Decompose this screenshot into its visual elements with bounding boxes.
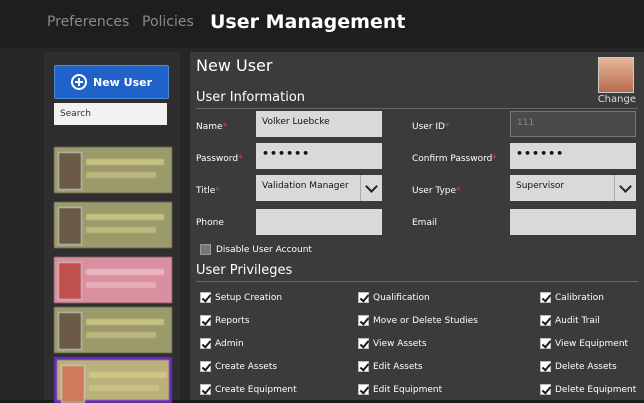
email-label: Email [412, 218, 437, 228]
avatar [58, 207, 82, 245]
privilege-label: Qualification [373, 293, 430, 303]
password-label: Password* [196, 154, 243, 164]
privilege-checkbox[interactable] [200, 338, 211, 349]
privilege-label: Move or Delete Studies [373, 316, 478, 326]
user-list-item[interactable] [54, 147, 172, 193]
title-label: Title* [196, 186, 220, 196]
user-list-item[interactable] [54, 202, 172, 248]
privilege-checkbox[interactable] [358, 384, 369, 395]
user-id-label: User ID* [412, 122, 450, 132]
privilege-checkbox[interactable] [200, 361, 211, 372]
privilege-checkbox[interactable] [540, 361, 551, 372]
privilege-label: Create Assets [215, 362, 278, 372]
phone-field[interactable] [256, 209, 382, 235]
page-title: New User [196, 56, 273, 75]
privilege-checkbox[interactable] [540, 338, 551, 349]
divider [196, 108, 638, 109]
title-select[interactable]: Validation Manager [256, 175, 360, 201]
user-list-item[interactable] [54, 257, 172, 303]
divider [196, 281, 638, 282]
new-user-button[interactable]: New User [54, 65, 169, 99]
new-user-label: New User [92, 75, 153, 89]
privilege-label: Create Equipment [215, 385, 297, 395]
confirm-password-label: Confirm Password* [412, 154, 497, 164]
plus-circle-icon [70, 74, 87, 90]
privilege-checkbox[interactable] [200, 292, 211, 303]
chevron-down-icon [365, 179, 378, 193]
user-type-label: User Type* [412, 186, 461, 196]
phone-label: Phone [196, 218, 224, 228]
privilege-label: Admin [215, 339, 244, 349]
privilege-label: Delete Equipment [555, 385, 637, 395]
privilege-checkbox[interactable] [358, 292, 369, 303]
privilege-label: Edit Equipment [373, 385, 443, 395]
user-list-item-selected[interactable] [54, 357, 172, 403]
privilege-checkbox[interactable] [358, 315, 369, 326]
top-nav: Preferences Policies User Management [0, 0, 644, 48]
privilege-checkbox[interactable] [200, 315, 211, 326]
privilege-checkbox[interactable] [200, 384, 211, 395]
tab-user-management[interactable]: User Management [210, 11, 405, 33]
privilege-label: Delete Assets [555, 362, 617, 372]
user-information-heading: User Information [196, 90, 306, 105]
app-window: Preferences Policies User Management New… [0, 0, 644, 403]
privilege-checkbox[interactable] [540, 384, 551, 395]
privilege-label: View Assets [373, 339, 427, 349]
name-label: Name* [196, 122, 228, 132]
user-id-field[interactable]: 111 [510, 111, 636, 137]
title-dropdown-button[interactable] [360, 175, 382, 201]
user-type-select[interactable]: Supervisor [510, 175, 614, 201]
user-list-item[interactable] [54, 307, 172, 353]
name-field[interactable]: Volker Luebcke [256, 111, 382, 137]
avatar [61, 365, 85, 403]
privilege-checkbox[interactable] [540, 292, 551, 303]
user-form: New User Change User Information Name* V… [190, 52, 644, 400]
change-photo-link[interactable]: Change [598, 94, 636, 105]
avatar [58, 312, 82, 350]
user-list-panel: New User Search [44, 52, 180, 403]
privilege-label: Reports [215, 316, 250, 326]
privilege-label: Edit Assets [373, 362, 423, 372]
tab-preferences[interactable]: Preferences [47, 14, 129, 30]
tab-policies[interactable]: Policies [142, 14, 194, 30]
confirm-password-field[interactable]: •••••• [510, 143, 636, 169]
avatar [58, 152, 82, 190]
privilege-checkbox[interactable] [358, 361, 369, 372]
email-field[interactable] [510, 209, 636, 235]
privilege-label: View Equipment [555, 339, 629, 349]
privilege-checkbox[interactable] [540, 315, 551, 326]
search-input[interactable]: Search [54, 103, 167, 125]
privilege-label: Audit Trail [555, 316, 600, 326]
disable-account-checkbox[interactable] [200, 244, 211, 255]
privilege-label: Setup Creation [215, 293, 283, 303]
privilege-checkbox[interactable] [358, 338, 369, 349]
user-privileges-heading: User Privileges [196, 263, 293, 278]
disable-account-label: Disable User Account [216, 245, 312, 255]
user-type-dropdown-button[interactable] [614, 175, 636, 201]
password-field[interactable]: •••••• [256, 143, 382, 169]
user-photo [598, 57, 634, 93]
avatar [58, 262, 82, 300]
chevron-down-icon [619, 179, 632, 193]
privilege-label: Calibration [555, 293, 604, 303]
